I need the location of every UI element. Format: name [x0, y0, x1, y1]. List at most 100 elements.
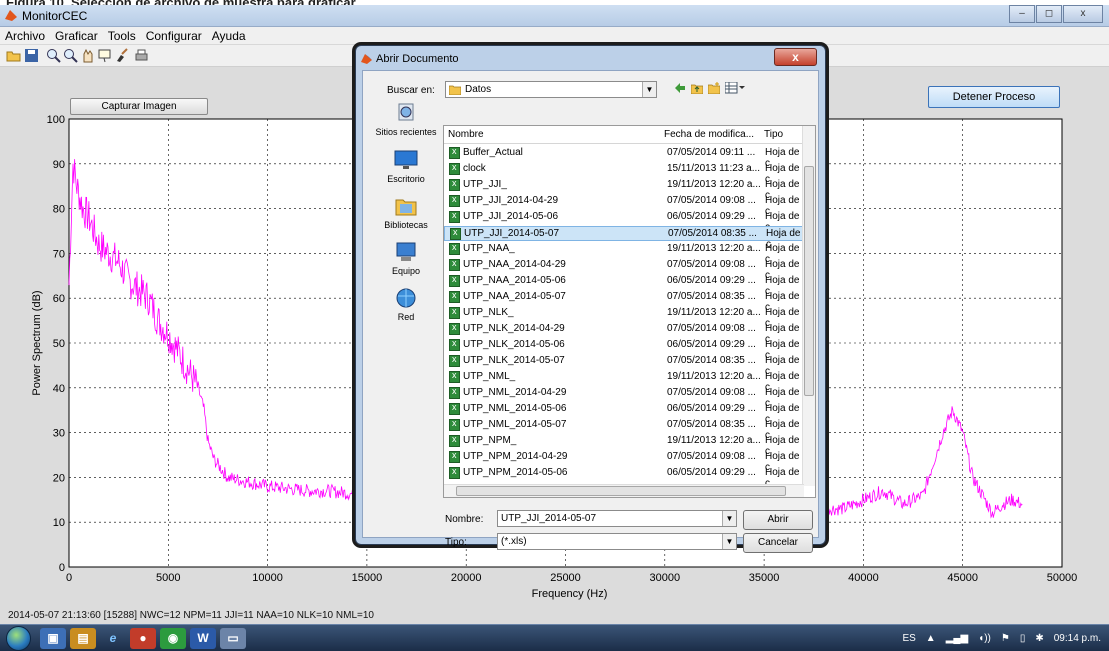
- chevron-down-icon[interactable]: ▼: [722, 511, 736, 526]
- new-folder-icon[interactable]: [708, 82, 720, 94]
- dialog-close-button[interactable]: x: [774, 48, 817, 66]
- stop-process-button[interactable]: Detener Proceso: [928, 86, 1060, 108]
- system-tray: ES ▲ ▂▄▆ ◖)) ⚑ ▯ ✱ 09:14 p.m.: [892, 625, 1101, 651]
- look-in-combo[interactable]: Datos ▼: [445, 81, 657, 98]
- file-row[interactable]: UTP_NML_2014-05-0707/05/2014 08:35 ...Ho…: [444, 418, 804, 441]
- vertical-scrollbar[interactable]: [802, 126, 815, 486]
- file-type-select[interactable]: (*.xls) ▼: [497, 533, 737, 550]
- x-tick-label: 30000: [650, 572, 681, 584]
- volume-icon[interactable]: ◖)): [978, 633, 991, 644]
- open-folder-icon[interactable]: [6, 48, 21, 63]
- zoom-out-icon[interactable]: [63, 48, 78, 63]
- file-row[interactable]: UTP_NAA_19/11/2013 12:20 a...Hoja de c: [444, 242, 804, 265]
- file-row[interactable]: UTP_NML_2014-04-2907/05/2014 09:08 ...Ho…: [444, 386, 804, 409]
- menu-ayuda[interactable]: Ayuda: [207, 27, 251, 45]
- capture-image-button[interactable]: Capturar Imagen: [70, 98, 208, 115]
- column-name[interactable]: Nombre: [448, 129, 484, 140]
- file-date: 07/05/2014 09:08 ...: [667, 259, 756, 270]
- zoom-in-icon[interactable]: [46, 48, 61, 63]
- folder-app-icon[interactable]: ▤: [70, 628, 96, 649]
- chrome-icon[interactable]: ◉: [160, 628, 186, 649]
- file-row[interactable]: UTP_JJI_2014-05-0606/05/2014 09:29 ...Ho…: [444, 210, 804, 233]
- close-button[interactable]: x: [1063, 5, 1103, 23]
- place-computer[interactable]: Equipo: [367, 241, 445, 276]
- filename-input[interactable]: UTP_JJI_2014-05-07 ▼: [497, 510, 737, 527]
- start-button[interactable]: [6, 626, 31, 651]
- open-button[interactable]: Abrir: [743, 510, 813, 530]
- file-row[interactable]: UTP_NLK_2014-04-2907/05/2014 09:08 ...Ho…: [444, 322, 804, 345]
- file-row[interactable]: UTP_NPM_2014-04-2907/05/2014 09:08 ...Ho…: [444, 450, 804, 473]
- menu-bar: Archivo Graficar Tools Configurar Ayuda: [0, 27, 1109, 45]
- file-row[interactable]: UTP_NLK_2014-05-0707/05/2014 08:35 ...Ho…: [444, 354, 804, 377]
- y-tick-label: 30: [53, 428, 65, 440]
- y-tick-label: 50: [53, 338, 65, 350]
- flag-icon[interactable]: ⚑: [1001, 633, 1010, 644]
- back-icon[interactable]: [674, 82, 686, 94]
- folder-icon: [449, 85, 461, 95]
- computer-icon: [396, 242, 416, 261]
- file-row[interactable]: UTP_NLK_19/11/2013 12:20 a...Hoja de c: [444, 306, 804, 329]
- network-tray-icon[interactable]: ✱: [1035, 633, 1043, 644]
- file-row[interactable]: UTP_NML_2014-05-0606/05/2014 09:29 ...Ho…: [444, 402, 804, 425]
- file-name: UTP_NML_: [463, 371, 516, 382]
- media-icon[interactable]: ●: [130, 628, 156, 649]
- tray-arrow-icon[interactable]: ▲: [926, 633, 936, 644]
- file-row[interactable]: UTP_JJI_19/11/2013 12:20 a...Hoja de c: [444, 178, 804, 201]
- chevron-down-icon[interactable]: ▼: [722, 534, 736, 549]
- language-indicator[interactable]: ES: [902, 633, 915, 644]
- file-name: UTP_NAA_2014-04-29: [463, 259, 566, 270]
- save-icon[interactable]: [24, 48, 39, 63]
- signal-icon[interactable]: ▂▄▆: [946, 633, 968, 644]
- horizontal-scrollbar[interactable]: [444, 484, 804, 497]
- file-row[interactable]: UTP_NLK_2014-05-0606/05/2014 09:29 ...Ho…: [444, 338, 804, 361]
- file-row[interactable]: UTP_NAA_2014-04-2907/05/2014 09:08 ...Ho…: [444, 258, 804, 281]
- place-libraries[interactable]: Bibliotecas: [367, 195, 445, 230]
- horizontal-scroll-thumb[interactable]: [456, 486, 786, 496]
- y-tick-label: 20: [53, 472, 65, 484]
- recent-places-icon: [398, 103, 414, 121]
- network-icon: [396, 288, 416, 308]
- file-row[interactable]: UTP_NML_19/11/2013 12:20 a...Hoja de c: [444, 370, 804, 393]
- battery-icon[interactable]: ▯: [1020, 633, 1026, 644]
- menu-configurar[interactable]: Configurar: [141, 27, 207, 45]
- look-in-label: Buscar en:: [387, 85, 435, 96]
- ie-icon[interactable]: e: [100, 628, 126, 649]
- minimize-button[interactable]: –: [1009, 5, 1035, 23]
- place-desktop[interactable]: Escritorio: [367, 149, 445, 184]
- file-row[interactable]: Buffer_Actual07/05/2014 09:11 ...Hoja de…: [444, 146, 804, 169]
- file-name: UTP_NLK_2014-05-06: [463, 339, 565, 350]
- file-row[interactable]: UTP_JJI_2014-04-2907/05/2014 09:08 ...Ho…: [444, 194, 804, 217]
- print-icon[interactable]: [134, 48, 149, 63]
- menu-tools[interactable]: Tools: [103, 27, 141, 45]
- file-date: 19/11/2013 12:20 a...: [667, 435, 761, 446]
- file-date: 19/11/2013 12:20 a...: [667, 371, 761, 382]
- column-date[interactable]: Fecha de modifica...: [664, 129, 754, 140]
- cancel-button[interactable]: Cancelar: [743, 533, 813, 553]
- menu-archivo[interactable]: Archivo: [0, 27, 50, 45]
- view-menu-icon[interactable]: [725, 82, 745, 94]
- file-row[interactable]: UTP_NAA_2014-05-0606/05/2014 09:29 ...Ho…: [444, 274, 804, 297]
- data-cursor-icon[interactable]: [97, 48, 112, 63]
- menu-graficar[interactable]: Graficar: [50, 27, 103, 45]
- y-tick-label: 60: [53, 293, 65, 305]
- chevron-down-icon[interactable]: ▼: [642, 82, 656, 97]
- file-row[interactable]: UTP_NAA_2014-05-0707/05/2014 08:35 ...Ho…: [444, 290, 804, 313]
- file-row[interactable]: UTP_NPM_19/11/2013 12:20 a...Hoja de c: [444, 434, 804, 457]
- place-network[interactable]: Red: [367, 287, 445, 322]
- word-icon[interactable]: W: [190, 628, 216, 649]
- file-row[interactable]: UTP_JJI_2014-05-0707/05/2014 08:35 ...Ho…: [444, 226, 804, 250]
- file-row[interactable]: UTP_NPM_2014-05-0606/05/2014 09:29 ...Ho…: [444, 466, 804, 489]
- y-axis-label: Power Spectrum (dB): [31, 290, 43, 395]
- matlab-task-icon[interactable]: ▭: [220, 628, 246, 649]
- x-tick-label: 10000: [252, 572, 283, 584]
- excel-file-icon: [449, 386, 460, 399]
- pan-icon[interactable]: [80, 48, 95, 63]
- column-type[interactable]: Tipo: [764, 129, 783, 140]
- file-row[interactable]: clock15/11/2013 11:23 a...Hoja de c: [444, 162, 804, 185]
- up-folder-icon[interactable]: [691, 82, 703, 94]
- vertical-scroll-thumb[interactable]: [804, 166, 814, 396]
- explorer-icon[interactable]: ▣: [40, 628, 66, 649]
- place-recent[interactable]: Sitios recientes: [367, 102, 445, 137]
- maximize-button[interactable]: ◻: [1036, 5, 1062, 23]
- brush-icon[interactable]: [114, 48, 129, 63]
